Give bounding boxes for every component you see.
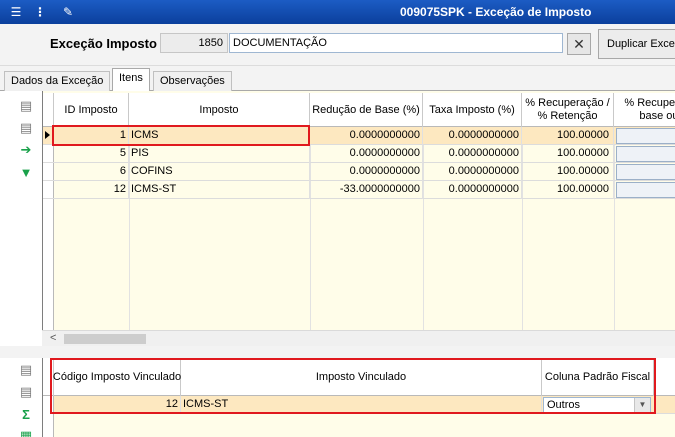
list-icon[interactable]: ▦ [17, 427, 35, 437]
table-row[interactable]: 1 ICMS 0.0000000000 0.0000000000 100.000… [43, 127, 675, 145]
row-checkbox[interactable] [616, 146, 675, 162]
col-imposto[interactable]: Imposto [129, 93, 310, 127]
row-checkbox[interactable] [616, 164, 675, 180]
add-linked-row-icon[interactable]: ▤ [17, 361, 35, 379]
add-row-icon[interactable]: ▤ [17, 97, 35, 115]
duplicate-exception-button[interactable]: Duplicar Exceção [598, 29, 675, 59]
exception-description-field[interactable]: DOCUMENTAÇÃO [229, 33, 563, 53]
table-row[interactable]: 6 COFINS 0.0000000000 0.0000000000 100.0… [43, 163, 675, 181]
scroll-thumb[interactable] [64, 334, 146, 344]
delete-linked-row-icon[interactable]: ▤ [17, 383, 35, 401]
exception-code-field[interactable]: 1850 [160, 33, 228, 53]
window-title: 009075SPK - Exceção de Imposto [400, 5, 592, 19]
col-codigo-imposto-vinculado[interactable]: Código Imposto Vinculado [53, 358, 181, 396]
close-icon: ✕ [573, 36, 585, 52]
exception-label: Exceção Imposto [50, 36, 157, 51]
table-row[interactable]: 5 PIS 0.0000000000 0.0000000000 100.0000… [43, 145, 675, 163]
col-imposto-vinculado[interactable]: Imposto Vinculado [181, 358, 542, 396]
scroll-left-icon[interactable]: < [50, 332, 56, 344]
table-row[interactable]: 12 ICMS-ST Outros ▼ [43, 396, 675, 414]
table-row[interactable]: 12 ICMS-ST -33.0000000000 0.0000000000 1… [43, 181, 675, 199]
row-checkbox[interactable] [616, 128, 675, 144]
export-icon[interactable]: ➔ [17, 141, 35, 159]
col-id-imposto[interactable]: ID Imposto [54, 93, 129, 127]
sum-icon[interactable]: Σ [17, 405, 35, 423]
linked-grid-header: Código Imposto Vinculado Imposto Vincula… [43, 358, 675, 396]
menu-icon[interactable]: ☰ [8, 4, 24, 20]
grid-header: ID Imposto Imposto Redução de Base (%) T… [43, 93, 675, 127]
tax-items-grid: ID Imposto Imposto Redução de Base (%) T… [42, 91, 675, 346]
col-taxa-imposto[interactable]: Taxa Imposto (%) [423, 93, 522, 127]
col-coluna-padrao-fiscal[interactable]: Coluna Padrão Fiscal [542, 358, 654, 396]
tab-itens[interactable]: Itens [112, 68, 150, 92]
side-toolbar: ▤ ▤ ➔ ▼ ▤ ▤ Σ ▦ [0, 91, 42, 437]
header-panel: Exceção Imposto 1850 DOCUMENTAÇÃO ✕ Dupl… [0, 24, 675, 66]
row-checkbox[interactable] [616, 182, 675, 198]
col-recuperacao-base[interactable]: % Recuperação base ou a [614, 93, 675, 127]
chevron-down-icon[interactable]: ▼ [634, 398, 650, 412]
move-down-icon[interactable]: ▼ [17, 163, 35, 181]
tab-bar: Dados da Exceção Itens Observações [0, 66, 675, 92]
horizontal-scrollbar[interactable]: < [42, 330, 675, 346]
col-reducao-base[interactable]: Redução de Base (%) [310, 93, 423, 127]
delete-row-icon[interactable]: ▤ [17, 119, 35, 137]
title-bar: ☰ ⋮ ✎ 009075SPK - Exceção de Imposto [0, 0, 675, 24]
traffic-light-icon[interactable]: ⋮ [32, 4, 48, 20]
clear-button[interactable]: ✕ [567, 33, 591, 55]
wrench-icon[interactable]: ✎ [60, 4, 76, 20]
tab-observacoes[interactable]: Observações [153, 71, 232, 91]
panel-splitter[interactable] [0, 346, 675, 358]
row-pointer-icon [45, 131, 50, 139]
coluna-padrao-fiscal-select[interactable]: Outros ▼ [543, 397, 651, 413]
col-recuperacao-retencao[interactable]: % Recuperação / % Retenção [522, 93, 614, 127]
tab-dados-da-excecao[interactable]: Dados da Exceção [4, 71, 111, 91]
linked-tax-grid: Código Imposto Vinculado Imposto Vincula… [42, 358, 675, 437]
